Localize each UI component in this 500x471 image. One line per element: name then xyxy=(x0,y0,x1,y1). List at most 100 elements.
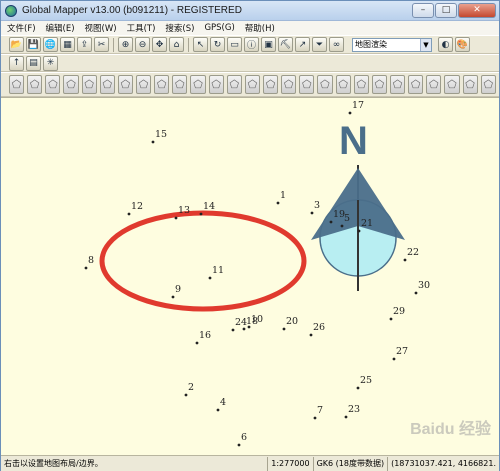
map-point-26[interactable]: 26 xyxy=(309,322,325,337)
map-point-30[interactable]: 30 xyxy=(414,280,430,295)
point-marker xyxy=(356,386,360,390)
chevron-down-icon[interactable]: ▼ xyxy=(420,38,431,51)
digitizer-tool-icon[interactable]: ⬠ xyxy=(244,75,260,94)
menu-file[interactable]: 文件(F) xyxy=(7,22,36,34)
point-label: 7 xyxy=(317,405,323,416)
point-label: 23 xyxy=(348,404,360,415)
map-point-16[interactable]: 16 xyxy=(195,330,211,345)
shader-icon[interactable]: ◐ xyxy=(438,37,453,52)
up-icon[interactable]: ↑ xyxy=(9,55,24,71)
map-point-27[interactable]: 27 xyxy=(392,346,408,361)
map-point-12[interactable]: 12 xyxy=(127,201,143,216)
map-point-7[interactable]: 7 xyxy=(313,405,323,420)
menu-view[interactable]: 视图(W) xyxy=(85,22,117,34)
digitizer-tool-icon[interactable]: ⬠ xyxy=(480,75,496,94)
point-marker xyxy=(313,416,317,420)
window-title: Global Mapper v13.00 (b091211) - REGISTE… xyxy=(22,5,242,16)
menu-help[interactable]: 帮助(H) xyxy=(245,22,275,34)
minimize-button[interactable]: – xyxy=(412,3,434,18)
title-bar[interactable]: Global Mapper v13.00 (b091211) - REGISTE… xyxy=(1,1,499,21)
map-point-8[interactable]: 8 xyxy=(84,255,94,270)
digitizer-tool-icon[interactable]: ⬠ xyxy=(117,75,133,94)
digitizer-tool-icon[interactable]: ⬠ xyxy=(389,75,406,94)
palette-icon[interactable]: 🎨 xyxy=(455,37,470,52)
digitizer-tool-icon[interactable]: ⬠ xyxy=(99,75,115,94)
map-point-6[interactable]: 6 xyxy=(237,432,247,447)
map-point-17[interactable]: 17 xyxy=(348,100,364,115)
map-point-20[interactable]: 20 xyxy=(282,316,298,331)
open-folder-icon[interactable]: 📂 xyxy=(9,37,24,52)
menu-edit[interactable]: 编辑(E) xyxy=(46,22,75,34)
digitizer-tool-icon[interactable]: ⬠ xyxy=(190,75,206,94)
map-point-4[interactable]: 4 xyxy=(216,397,226,412)
digitizer-tool-icon[interactable]: ⬠ xyxy=(299,75,315,94)
map-point-15[interactable]: 15 xyxy=(151,129,167,144)
map-point-23[interactable]: 23 xyxy=(344,404,360,419)
zoom-in-icon[interactable]: ⊕ xyxy=(118,37,133,52)
point-label: 21 xyxy=(361,218,373,229)
maximize-button[interactable]: □ xyxy=(435,3,457,18)
binoculars-icon[interactable]: ∞ xyxy=(329,37,344,52)
map-canvas[interactable]: N 151312 13 1481192230291624 1018 2026272254… xyxy=(1,98,499,455)
digitizer-tool-icon[interactable]: ⬠ xyxy=(27,75,43,94)
menu-search[interactable]: 搜索(S) xyxy=(165,22,194,34)
save-icon[interactable]: 💾 xyxy=(26,37,41,52)
digitizer-tool-icon[interactable]: ⬠ xyxy=(154,75,170,94)
measure-icon[interactable]: ▭ xyxy=(227,37,242,52)
map-point-25[interactable]: 25 xyxy=(356,375,372,390)
digitizer-tool-icon[interactable]: ⬠ xyxy=(444,75,460,94)
digitizer-tool-icon[interactable]: ⬠ xyxy=(281,75,297,94)
digitizer-tool-icon[interactable]: ⬠ xyxy=(262,75,279,94)
map-point-11[interactable]: 11 xyxy=(208,265,224,280)
menu-tools[interactable]: 工具(T) xyxy=(127,22,156,34)
map-view[interactable]: N 15 1 3 12 13 14 8 11 9 22 30 29 16 24 10 18 20 26 27 2 25 4… xyxy=(1,97,499,455)
point-label: 30 xyxy=(418,280,430,291)
info-icon[interactable]: ⓘ xyxy=(244,37,259,52)
map-point-22[interactable]: 22 xyxy=(403,247,419,262)
path-icon[interactable]: ↗ xyxy=(295,37,310,52)
digitizer-tool-icon[interactable]: ⬠ xyxy=(408,75,424,94)
digitizer-tool-icon[interactable]: ⬠ xyxy=(426,75,442,94)
select-icon[interactable]: ↖ xyxy=(193,37,208,52)
map-point-29[interactable]: 29 xyxy=(389,306,405,321)
point-marker xyxy=(276,201,280,205)
close-button[interactable]: ✕ xyxy=(458,3,496,18)
page-icon[interactable]: ▤ xyxy=(26,55,41,71)
map-point-9[interactable]: 9 xyxy=(171,284,181,299)
digitizer-tool-icon[interactable]: ⬠ xyxy=(135,75,152,94)
digitizer-tool-icon[interactable]: ⬠ xyxy=(335,75,351,94)
map-point-2[interactable]: 2 xyxy=(184,382,194,397)
point-label: 22 xyxy=(407,247,419,258)
digitizer-tool-icon[interactable]: ⬠ xyxy=(208,75,224,94)
digitizer-tool-icon[interactable]: ⬠ xyxy=(317,75,333,94)
digitizer-tool-icon[interactable]: ⬠ xyxy=(9,75,25,94)
digitizer-tool-icon[interactable]: ⬠ xyxy=(371,75,387,94)
digitizer-tool-icon[interactable]: ⬠ xyxy=(353,75,369,94)
home-icon[interactable]: ⌂ xyxy=(169,37,184,52)
rotate-icon[interactable]: ↻ xyxy=(210,37,225,52)
digitizer-tool-icon[interactable]: ⬠ xyxy=(226,75,242,94)
export-icon[interactable]: ⇪ xyxy=(77,37,92,52)
digitizer-tool-icon[interactable]: ⬠ xyxy=(63,75,79,94)
tools-icon[interactable]: ✳ xyxy=(43,55,58,71)
map-point-3[interactable]: 3 xyxy=(310,200,320,215)
zoom-out-icon[interactable]: ⊖ xyxy=(135,37,150,52)
digitizer-tool-icon[interactable]: ⬠ xyxy=(172,75,188,94)
filter-icon[interactable]: ⏷ xyxy=(312,37,327,52)
point-label: 6 xyxy=(241,432,247,443)
point-marker xyxy=(357,229,361,233)
render-mode-select[interactable]: 地图渲染 ▼ xyxy=(352,37,432,52)
digitizer-tool-icon[interactable]: ⬠ xyxy=(45,75,61,94)
scissors-icon[interactable]: ✂ xyxy=(94,37,109,52)
digitizer-tool-icon[interactable]: ⬠ xyxy=(81,75,97,94)
layers-icon[interactable]: ▦ xyxy=(60,37,75,52)
menu-gps[interactable]: GPS(G) xyxy=(204,23,234,33)
point-label: 15 xyxy=(155,129,167,140)
map-point-1[interactable]: 1 xyxy=(276,190,286,205)
globe-icon[interactable]: 🌐 xyxy=(43,37,58,52)
pan-icon[interactable]: ✥ xyxy=(152,37,167,52)
digitizer-tool-icon[interactable]: ⬠ xyxy=(462,75,478,94)
digitize-icon[interactable]: ⛏ xyxy=(278,37,293,52)
image-icon[interactable]: ▣ xyxy=(261,37,276,52)
point-marker xyxy=(171,295,175,299)
